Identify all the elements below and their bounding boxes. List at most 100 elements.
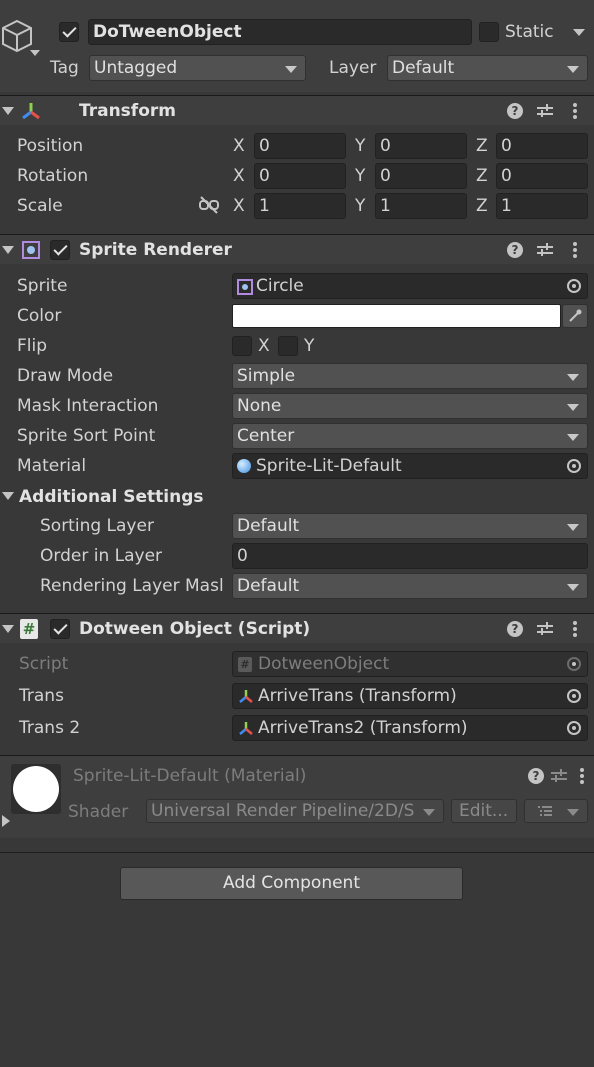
presets-icon[interactable] xyxy=(537,621,553,637)
object-picker-icon[interactable] xyxy=(567,279,581,293)
help-icon[interactable]: ? xyxy=(528,768,544,784)
sorting-layer-value: Default xyxy=(237,516,300,536)
draw-mode-value: Simple xyxy=(237,366,296,386)
kebab-menu-icon[interactable] xyxy=(573,242,577,258)
rendering-layer-mask-dropdown[interactable]: Default xyxy=(232,573,588,599)
sprite-label: Sprite xyxy=(17,276,68,296)
static-dropdown-arrow-icon[interactable] xyxy=(573,29,585,36)
icon-dropdown-arrow-icon[interactable] xyxy=(30,50,40,56)
rotation-z-axis: Z xyxy=(476,166,488,186)
sorting-layer-dropdown[interactable]: Default xyxy=(232,513,588,539)
sprite-asset-icon xyxy=(237,279,253,295)
foldout-arrow-icon[interactable] xyxy=(2,625,14,633)
position-y-field[interactable]: 0 xyxy=(375,133,467,159)
transform-header[interactable]: Transform ? xyxy=(0,95,594,125)
tag-label: Tag xyxy=(50,58,79,78)
rotation-y-field[interactable]: 0 xyxy=(375,163,467,189)
scale-y-field[interactable]: 1 xyxy=(375,193,467,219)
sprite-renderer-header[interactable]: Sprite Renderer ? xyxy=(0,234,594,264)
foldout-arrow-icon[interactable] xyxy=(2,246,14,254)
scale-z-field[interactable]: 1 xyxy=(496,193,588,219)
static-checkbox[interactable] xyxy=(479,22,499,42)
help-icon[interactable]: ? xyxy=(507,242,523,258)
chevron-down-icon xyxy=(567,404,579,411)
rotation-x-field[interactable]: 0 xyxy=(254,163,346,189)
kebab-menu-icon[interactable] xyxy=(580,768,584,784)
material-section: Sprite-Lit-Default (Material) ? Shader U… xyxy=(0,755,594,838)
static-label: Static xyxy=(505,22,554,42)
list-icon xyxy=(538,806,552,816)
dotween-script-enabled-checkbox[interactable] xyxy=(50,619,70,639)
sprite-renderer-title: Sprite Renderer xyxy=(79,240,232,260)
dotween-script-title: Dotween Object (Script) xyxy=(79,619,311,639)
presets-icon[interactable] xyxy=(537,103,553,119)
rotation-label: Rotation xyxy=(17,166,89,186)
dotween-script-header[interactable]: # Dotween Object (Script) ? xyxy=(0,613,594,643)
mask-interaction-value: None xyxy=(237,396,282,416)
object-picker-icon[interactable] xyxy=(567,689,581,703)
chevron-down-icon xyxy=(567,524,579,531)
help-icon[interactable]: ? xyxy=(507,621,523,637)
unlinked-scale-icon[interactable] xyxy=(198,196,220,214)
color-label: Color xyxy=(17,306,62,326)
object-picker-icon xyxy=(567,657,581,671)
help-icon[interactable]: ? xyxy=(507,103,523,119)
script-object-field: # DotweenObject xyxy=(232,651,588,677)
additional-settings-label[interactable]: Additional Settings xyxy=(19,487,204,507)
kebab-menu-icon[interactable] xyxy=(573,103,577,119)
trans2-object-field[interactable]: ArriveTrans2 (Transform) xyxy=(232,715,588,741)
trans-object-field[interactable]: ArriveTrans (Transform) xyxy=(232,683,588,709)
foldout-arrow-icon[interactable] xyxy=(2,107,14,115)
material-object-field[interactable]: Sprite-Lit-Default xyxy=(232,453,588,479)
position-y-axis: Y xyxy=(355,136,366,156)
active-checkbox[interactable] xyxy=(59,22,79,42)
flip-x-checkbox[interactable] xyxy=(232,336,252,356)
order-in-layer-field[interactable]: 0 xyxy=(232,543,588,569)
trans-label: Trans xyxy=(19,686,64,706)
scale-y-axis: Y xyxy=(355,196,366,216)
material-title: Sprite-Lit-Default (Material) xyxy=(73,766,307,786)
object-picker-icon[interactable] xyxy=(567,459,581,473)
sprite-sort-point-dropdown[interactable]: Center xyxy=(232,423,588,449)
kebab-menu-icon[interactable] xyxy=(573,621,577,637)
flip-x-label: X xyxy=(258,336,270,356)
rotation-y-axis: Y xyxy=(355,166,366,186)
bottom-divider xyxy=(0,852,594,853)
material-foldout-arrow-icon[interactable] xyxy=(2,815,10,827)
sprite-object-field[interactable]: Circle xyxy=(232,273,588,299)
draw-mode-dropdown[interactable]: Simple xyxy=(232,363,588,389)
add-component-button[interactable]: Add Component xyxy=(120,867,463,900)
eyedropper-button[interactable] xyxy=(562,304,588,328)
tag-dropdown[interactable]: Untagged xyxy=(89,55,306,81)
scale-x-field[interactable]: 1 xyxy=(254,193,346,219)
shader-edit-button[interactable]: Edit... xyxy=(451,799,517,823)
transform-icon xyxy=(239,722,253,735)
layer-value: Default xyxy=(392,58,455,78)
sprite-renderer-enabled-checkbox[interactable] xyxy=(50,240,70,260)
layer-label: Layer xyxy=(329,58,377,78)
layer-dropdown[interactable]: Default xyxy=(387,55,588,81)
mask-interaction-label: Mask Interaction xyxy=(17,396,159,416)
shader-dropdown[interactable]: Universal Render Pipeline/2D/S xyxy=(146,799,444,823)
color-swatch[interactable] xyxy=(232,304,561,328)
gameobject-cube-icon xyxy=(2,19,32,53)
flip-label: Flip xyxy=(17,336,48,356)
position-z-field[interactable]: 0 xyxy=(496,133,588,159)
position-x-field[interactable]: 0 xyxy=(254,133,346,159)
position-x-axis: X xyxy=(233,136,245,156)
shader-options-dropdown[interactable] xyxy=(524,799,588,823)
additional-settings-foldout-icon[interactable] xyxy=(2,492,14,500)
rotation-z-field[interactable]: 0 xyxy=(496,163,588,189)
presets-icon[interactable] xyxy=(551,768,567,784)
flip-y-checkbox[interactable] xyxy=(278,336,298,356)
object-name-field[interactable]: DoTweenObject xyxy=(88,19,472,45)
presets-icon[interactable] xyxy=(537,242,553,258)
object-header: DoTweenObject Static Tag Untagged Layer … xyxy=(0,0,594,92)
object-picker-icon[interactable] xyxy=(567,721,581,735)
chevron-down-icon xyxy=(567,809,579,816)
transform-icon xyxy=(239,690,253,703)
add-component-label: Add Component xyxy=(222,873,360,893)
script-value: DotweenObject xyxy=(258,654,390,674)
mask-interaction-dropdown[interactable]: None xyxy=(232,393,588,419)
rendering-layer-mask-value: Default xyxy=(237,576,300,596)
